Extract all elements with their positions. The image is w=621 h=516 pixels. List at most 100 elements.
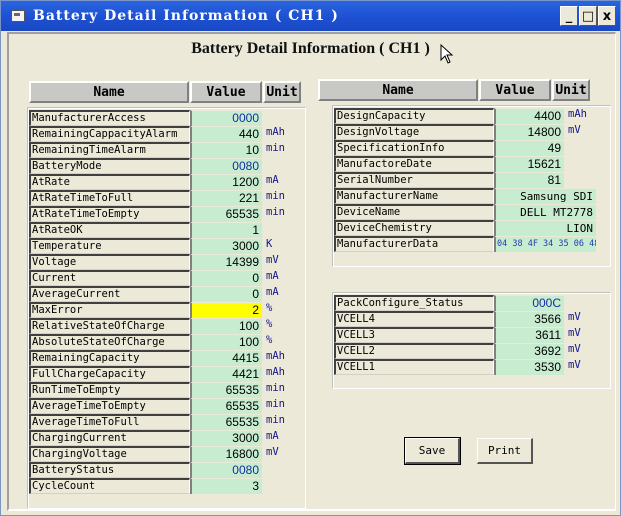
field-unit: min [266, 382, 285, 394]
field-name: ManufacturerAccess [29, 110, 190, 126]
field-unit: mV [568, 124, 581, 136]
print-button[interactable]: Print [477, 438, 533, 464]
field-value[interactable]: 4400 [494, 108, 564, 124]
field-unit: mA [266, 430, 279, 442]
field-name: AtRateTimeToEmpty [29, 206, 190, 222]
field-value[interactable]: 65535 [190, 206, 262, 222]
field-unit: min [266, 142, 285, 154]
field-name: Temperature [29, 238, 190, 254]
field-value[interactable]: 3692 [494, 343, 564, 359]
field-name: DeviceName [334, 204, 494, 220]
field-name: RunTimeToEmpty [29, 382, 190, 398]
field-value[interactable]: 1200 [190, 174, 262, 190]
window-title: Battery Detail Information ( CH1 ) [33, 8, 339, 24]
left-header-name: Name [29, 81, 189, 103]
title-bar[interactable]: Battery Detail Information ( CH1 ) _ □ x [1, 1, 620, 31]
field-unit: mA [266, 270, 279, 282]
field-name: VCELL3 [334, 327, 494, 343]
field-value[interactable]: 65535 [190, 414, 262, 430]
field-unit: % [266, 302, 273, 314]
field-name: VCELL4 [334, 311, 494, 327]
field-value[interactable]: 1 [190, 222, 262, 238]
field-unit: K [266, 238, 273, 250]
field-unit: % [266, 318, 273, 330]
field-value[interactable]: 3566 [494, 311, 564, 327]
field-value[interactable]: 14800 [494, 124, 564, 140]
field-value[interactable]: 2 [190, 302, 262, 318]
field-name: AverageTimeToFull [29, 414, 190, 430]
field-value[interactable]: 65535 [190, 398, 262, 414]
field-value[interactable]: 04 38 4F 34 35 06 48 [494, 236, 596, 252]
field-unit: mAh [266, 126, 285, 138]
field-value[interactable]: 0080 [190, 158, 262, 174]
field-name: DeviceChemistry [334, 220, 494, 236]
field-value[interactable]: 81 [494, 172, 564, 188]
field-name: DesignCapacity [334, 108, 494, 124]
field-value[interactable]: DELL MT2778 [494, 204, 596, 220]
field-unit: mV [266, 446, 279, 458]
field-value[interactable]: 0 [190, 270, 262, 286]
field-value[interactable]: 100 [190, 334, 262, 350]
field-value[interactable]: 65535 [190, 382, 262, 398]
field-value[interactable]: 0 [190, 286, 262, 302]
field-unit: % [266, 334, 273, 346]
field-value[interactable]: 3000 [190, 430, 262, 446]
field-unit: min [266, 190, 285, 202]
field-unit: mV [568, 359, 581, 371]
field-value[interactable]: 3611 [494, 327, 564, 343]
field-unit: min [266, 398, 285, 410]
field-name: RemainingCappacityAlarm [29, 126, 190, 142]
field-name: AverageCurrent [29, 286, 190, 302]
field-value[interactable]: 10 [190, 142, 262, 158]
field-name: DesignVoltage [334, 124, 494, 140]
minimize-button[interactable]: _ [560, 6, 578, 26]
field-value[interactable]: Samsung SDI [494, 188, 596, 204]
field-value[interactable]: 3 [190, 478, 262, 494]
field-name: VCELL2 [334, 343, 494, 359]
field-name: ChargingCurrent [29, 430, 190, 446]
field-unit: mAh [266, 366, 285, 378]
maximize-icon: □ [581, 8, 595, 24]
field-value[interactable]: 49 [494, 140, 564, 156]
field-name: ManufacturerData [334, 236, 494, 252]
field-unit: mAh [266, 350, 285, 362]
field-name: AtRate [29, 174, 190, 190]
field-value[interactable]: 4415 [190, 350, 262, 366]
field-name: AverageTimeToEmpty [29, 398, 190, 414]
left-panel: ManufacturerAccess 0000 RemainingCappacity… [27, 107, 306, 509]
field-unit: min [266, 206, 285, 218]
field-name: SpecificationInfo [334, 140, 494, 156]
field-unit: mA [266, 174, 279, 186]
field-value[interactable]: 0000 [190, 110, 262, 126]
right-header-name: Name [318, 79, 478, 101]
field-value[interactable]: 440 [190, 126, 262, 142]
right-panel: DesignCapacity 4400 mAh DesignVoltage 14800 m… [332, 105, 611, 267]
field-unit: mV [568, 311, 581, 323]
field-name: MaxError [29, 302, 190, 318]
left-header-value: Value [190, 81, 262, 103]
field-value[interactable]: 4421 [190, 366, 262, 382]
field-value[interactable]: 000C [494, 295, 564, 311]
app-icon [11, 10, 25, 22]
maximize-button[interactable]: □ [579, 6, 597, 26]
field-value[interactable]: 3000 [190, 238, 262, 254]
close-button[interactable]: x [598, 6, 616, 26]
field-value[interactable]: 14399 [190, 254, 262, 270]
field-value[interactable]: 221 [190, 190, 262, 206]
field-name: PackConfigure_Status [334, 295, 494, 311]
field-name: Current [29, 270, 190, 286]
field-name: RelativeStateOfCharge [29, 318, 190, 334]
field-name: CycleCount [29, 478, 190, 494]
field-unit: mAh [568, 108, 587, 120]
field-unit: mV [568, 327, 581, 339]
field-value[interactable]: 0080 [190, 462, 262, 478]
field-value[interactable]: LION [494, 220, 596, 236]
field-value[interactable]: 100 [190, 318, 262, 334]
field-value[interactable]: 3530 [494, 359, 564, 375]
save-button[interactable]: Save [404, 437, 461, 465]
field-name: BatteryMode [29, 158, 190, 174]
field-name: ChargingVoltage [29, 446, 190, 462]
field-value[interactable]: 16800 [190, 446, 262, 462]
field-name: VCELL1 [334, 359, 494, 375]
field-value[interactable]: 15621 [494, 156, 564, 172]
